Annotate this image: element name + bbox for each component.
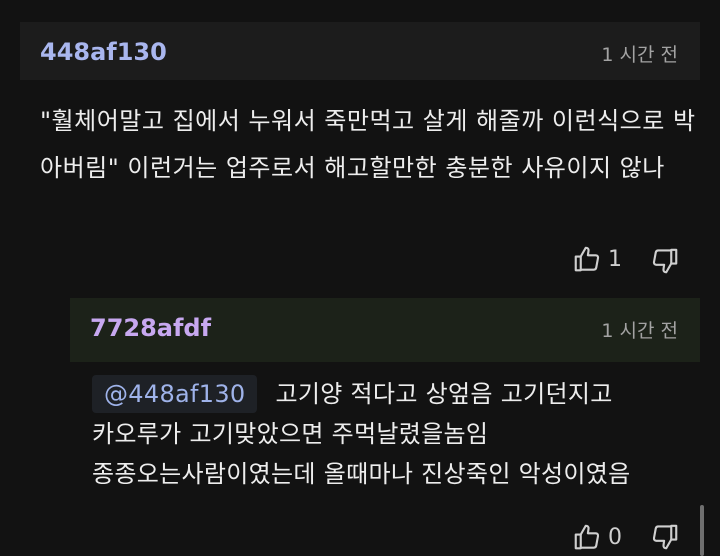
reply-body: @448af130 고기양 적다고 상엎음 고기던지고 카오루가 고기맞았으면 주…	[92, 374, 712, 494]
comment-like-button[interactable]: 1	[572, 244, 622, 274]
comment-timestamp: 1 시간 전	[601, 44, 678, 66]
reply-line-2: 카오루가 고기맞았으면 주먹날렸을놈임	[92, 420, 489, 448]
comment-like-count: 1	[608, 246, 622, 272]
reply-like-count: 0	[608, 524, 622, 550]
scrollbar[interactable]	[700, 505, 704, 556]
thumbs-up-icon	[572, 522, 602, 552]
reply-timestamp: 1 시간 전	[601, 320, 678, 342]
reply-like-button[interactable]: 0	[572, 522, 622, 552]
reply-line-3: 종종오는사람이였는데 올때마나 진상죽인 악성이였음	[92, 460, 631, 488]
comment-dislike-button[interactable]	[650, 246, 680, 276]
reply-author[interactable]: 7728afdf	[90, 314, 211, 342]
reply-header: 7728afdf 1 시간 전	[70, 298, 700, 362]
reply-line-1: @448af130 고기양 적다고 상엎음 고기던지고	[92, 374, 712, 414]
comment-author[interactable]: 448af130	[40, 38, 167, 66]
comment-header: 448af130 1 시간 전	[20, 22, 700, 80]
comment-body: "훨체어말고 집에서 누워서 죽만먹고 살게 해줄까 이런식으로 박아버림" 이…	[40, 107, 696, 182]
thumbs-down-icon	[650, 246, 680, 276]
reply-line-1-text: 고기양 적다고 상엎음 고기던지고	[275, 380, 613, 408]
thumbs-down-icon	[650, 522, 680, 552]
mention-tag[interactable]: @448af130	[92, 375, 258, 413]
reply-dislike-button[interactable]	[650, 522, 680, 552]
thumbs-up-icon	[572, 244, 602, 274]
